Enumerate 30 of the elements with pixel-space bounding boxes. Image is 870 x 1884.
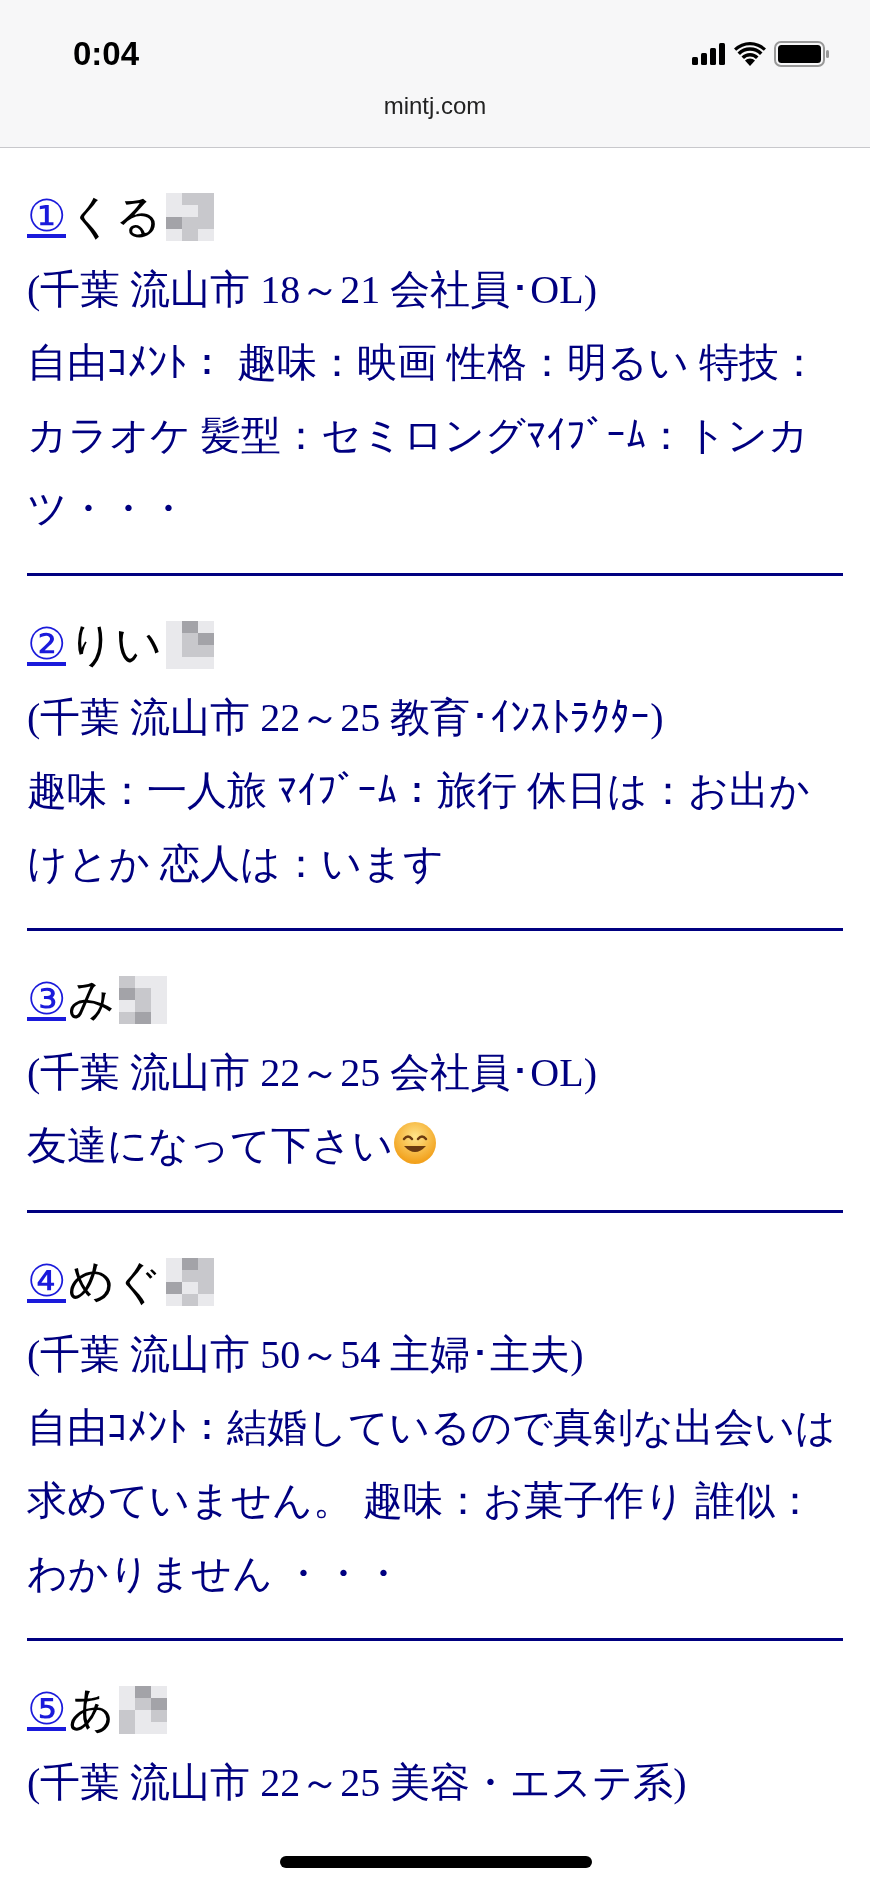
signal-icon <box>692 43 726 65</box>
profile-details: (千葉 流山市 22～25 教育･ｲﾝｽﾄﾗｸﾀｰ) <box>27 694 665 742</box>
profile-comment: 自由ｺﾒﾝﾄ： 趣味：映画 性格：明るい 特技：カラオケ 髪型：セミロングﾏｲﾌﾞｰﾑ：トンカツ・・・ <box>27 340 819 531</box>
profile-link[interactable]: ④ <box>27 1259 66 1304</box>
profile-comment: 趣味：一人旅 ﾏｲﾌﾞｰﾑ：旅行 休日は：お出かけとか 恋人は：います <box>27 768 810 886</box>
profile-details: (千葉 流山市 50～54 主婦･主夫) <box>27 1331 585 1379</box>
pixelated-patch <box>119 1685 167 1734</box>
battery-icon <box>774 41 830 67</box>
profile-comment: 友達になって下さい <box>27 1123 393 1168</box>
profile-details: (千葉 流山市 22～25 美容・エステ系) <box>27 1759 688 1807</box>
profile-comment: 自由ｺﾒﾝﾄ：結婚しているので真剣な出会いは求めていません。 趣味：お菓子作り 誰似：わかりません ・・・ <box>27 1405 836 1596</box>
wifi-icon <box>734 42 766 66</box>
profile-name: くる <box>68 193 162 240</box>
profile-name: めぐ <box>68 1258 162 1305</box>
profile-details: (千葉 流山市 18～21 会社員･OL) <box>27 266 598 314</box>
profile-link[interactable]: ⑤ <box>27 1687 66 1732</box>
pixelated-patch <box>166 620 214 669</box>
pixelated-patch <box>119 975 167 1024</box>
address-text[interactable]: mintj.com <box>360 92 510 120</box>
profile-link[interactable]: ③ <box>27 977 66 1022</box>
home-indicator[interactable] <box>280 1856 592 1868</box>
profile-link[interactable]: ① <box>27 194 66 239</box>
profile-details: (千葉 流山市 22～25 会社員･OL) <box>27 1049 598 1097</box>
profile-link[interactable]: ② <box>27 622 66 667</box>
profile-name: あ <box>68 1686 115 1733</box>
status-time: 0:04 <box>73 35 140 73</box>
profile-name: み <box>68 976 115 1023</box>
pixelated-patch <box>166 1257 214 1306</box>
pixelated-patch <box>166 192 214 241</box>
profile-name: りい <box>68 621 162 668</box>
